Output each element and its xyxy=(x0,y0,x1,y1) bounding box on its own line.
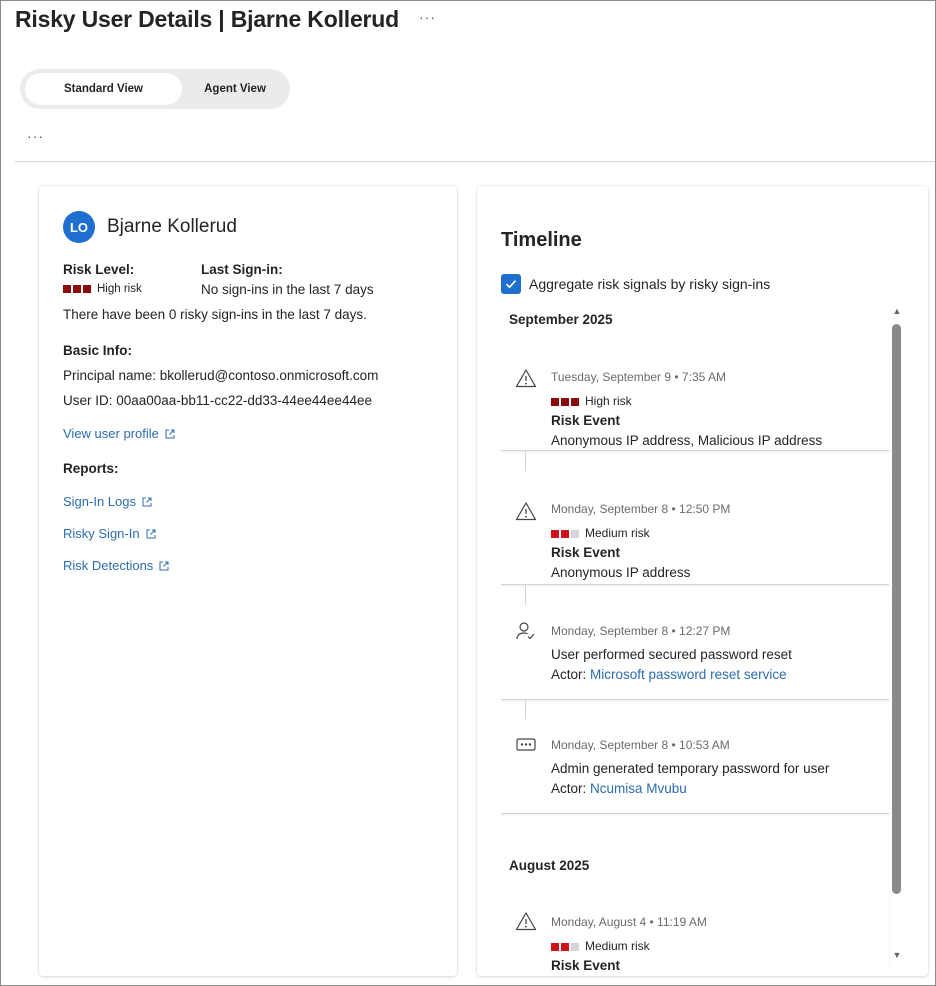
timeline-list[interactable]: September 2025 Tuesday, September 9 • 7:… xyxy=(501,304,904,972)
risky-signin-label: Risky Sign-In xyxy=(63,526,140,541)
event-kind: Risk Event xyxy=(551,545,621,560)
event-risk: High risk xyxy=(551,394,632,408)
scrollbar-thumb[interactable] xyxy=(892,324,901,894)
last-signin-value: No sign-ins in the last 7 days xyxy=(201,282,374,297)
timeline-connector xyxy=(525,700,526,719)
avatar: LO xyxy=(63,211,95,243)
event-risk: Medium risk xyxy=(551,526,650,540)
window-frame: Risky User Details | Bjarne Kollerud ···… xyxy=(0,0,936,986)
month-header: September 2025 xyxy=(509,312,613,327)
event-description: Anonymous IP address, Malicious IP addre… xyxy=(551,433,823,448)
header-divider xyxy=(15,161,935,162)
timeline-title: Timeline xyxy=(501,229,582,251)
event-kind: Risk Event xyxy=(551,413,621,428)
warning-icon xyxy=(515,502,537,521)
basic-info-label: Basic Info: xyxy=(63,343,133,358)
view-toggle: Standard View Agent View xyxy=(20,69,290,109)
agent-view-tab[interactable]: Agent View xyxy=(180,73,290,105)
user-check-icon xyxy=(516,622,535,640)
event-time: Monday, September 8 • 12:27 PM xyxy=(551,624,731,638)
warning-icon xyxy=(515,369,537,388)
event-actor: Actor: Ncumisa Mvubu xyxy=(551,781,687,796)
risk-level-label: Risk Level: xyxy=(63,262,135,277)
timeline-connector xyxy=(525,585,526,605)
event-time: Monday, August 4 • 11:19 AM xyxy=(551,915,707,929)
timeline-event[interactable]: Tuesday, September 9 • 7:35 AM High risk… xyxy=(501,350,889,451)
risky-signin-link[interactable]: Risky Sign-In xyxy=(63,526,156,541)
aggregate-checkbox[interactable] xyxy=(501,274,521,294)
risk-detections-link[interactable]: Risk Detections xyxy=(63,558,169,573)
signin-logs-link[interactable]: Sign-In Logs xyxy=(63,494,152,509)
warning-icon xyxy=(515,912,537,931)
risk-bars xyxy=(551,397,579,406)
timeline-event[interactable]: Monday, September 8 • 12:27 PM User perf… xyxy=(501,605,889,700)
page-title: Risky User Details | Bjarne Kollerud xyxy=(15,6,399,32)
actor-label: Actor: xyxy=(551,667,587,682)
standard-view-tab[interactable]: Standard View xyxy=(25,73,182,105)
event-kind: Risk Event xyxy=(551,958,621,972)
command-bar-more-icon[interactable]: ··· xyxy=(27,128,44,144)
more-options-icon[interactable]: ··· xyxy=(419,9,436,25)
event-time: Monday, September 8 • 10:53 AM xyxy=(551,738,730,752)
external-link-icon xyxy=(146,529,156,538)
risk-level-text: High risk xyxy=(97,283,142,295)
risk-level-value: High risk xyxy=(63,283,142,295)
timeline-event[interactable]: Monday, September 8 • 12:50 PM Medium ri… xyxy=(501,471,889,585)
event-description: Anonymous IP address xyxy=(551,565,691,580)
risk-level-bars xyxy=(63,284,91,293)
scroll-up-arrow-icon[interactable]: ▲ xyxy=(891,306,903,318)
user-name: Bjarne Kollerud xyxy=(107,216,237,237)
checkmark-icon xyxy=(505,280,517,289)
external-link-icon xyxy=(159,561,169,570)
timeline-event[interactable]: Monday, September 8 • 10:53 AM Admin gen… xyxy=(501,719,889,814)
event-risk: Medium risk xyxy=(551,939,650,953)
timeline-card: Timeline Aggregate risk signals by risky… xyxy=(477,186,928,976)
event-time: Tuesday, September 9 • 7:35 AM xyxy=(551,370,726,384)
reports-label: Reports: xyxy=(63,461,119,476)
risk-bars xyxy=(551,942,579,951)
external-link-icon xyxy=(165,429,175,438)
event-risk-label: High risk xyxy=(585,394,632,408)
scroll-down-arrow-icon[interactable]: ▼ xyxy=(891,950,903,962)
user-details-card: LO Bjarne Kollerud Risk Level: High risk… xyxy=(39,186,457,976)
timeline-event[interactable]: Monday, August 4 • 11:19 AM Medium risk … xyxy=(501,896,889,972)
month-header: August 2025 xyxy=(509,858,590,873)
external-link-icon xyxy=(142,497,152,506)
actor-link[interactable]: Microsoft password reset service xyxy=(590,667,787,682)
signin-logs-label: Sign-In Logs xyxy=(63,494,136,509)
actor-link[interactable]: Ncumisa Mvubu xyxy=(590,781,687,796)
password-icon xyxy=(516,738,536,751)
event-risk-label: Medium risk xyxy=(585,526,650,540)
user-id: User ID: 00aa00aa-bb11-cc22-dd33-44ee44e… xyxy=(63,393,372,408)
risky-signins-note: There have been 0 risky sign-ins in the … xyxy=(63,307,367,322)
event-description: Admin generated temporary password for u… xyxy=(551,761,830,776)
view-user-profile-label: View user profile xyxy=(63,426,159,441)
principal-name: Principal name: bkollerud@contoso.onmicr… xyxy=(63,368,379,383)
risk-detections-label: Risk Detections xyxy=(63,558,154,573)
view-user-profile-link[interactable]: View user profile xyxy=(63,426,175,441)
event-time: Monday, September 8 • 12:50 PM xyxy=(551,502,731,516)
risk-bars xyxy=(551,529,579,538)
event-risk-label: Medium risk xyxy=(585,939,650,953)
actor-label: Actor: xyxy=(551,781,587,796)
last-signin-label: Last Sign-in: xyxy=(201,262,283,277)
event-description: User performed secured password reset xyxy=(551,647,792,662)
timeline-connector xyxy=(525,451,526,471)
event-actor: Actor: Microsoft password reset service xyxy=(551,667,787,682)
aggregate-checkbox-label: Aggregate risk signals by risky sign-ins xyxy=(529,276,771,292)
